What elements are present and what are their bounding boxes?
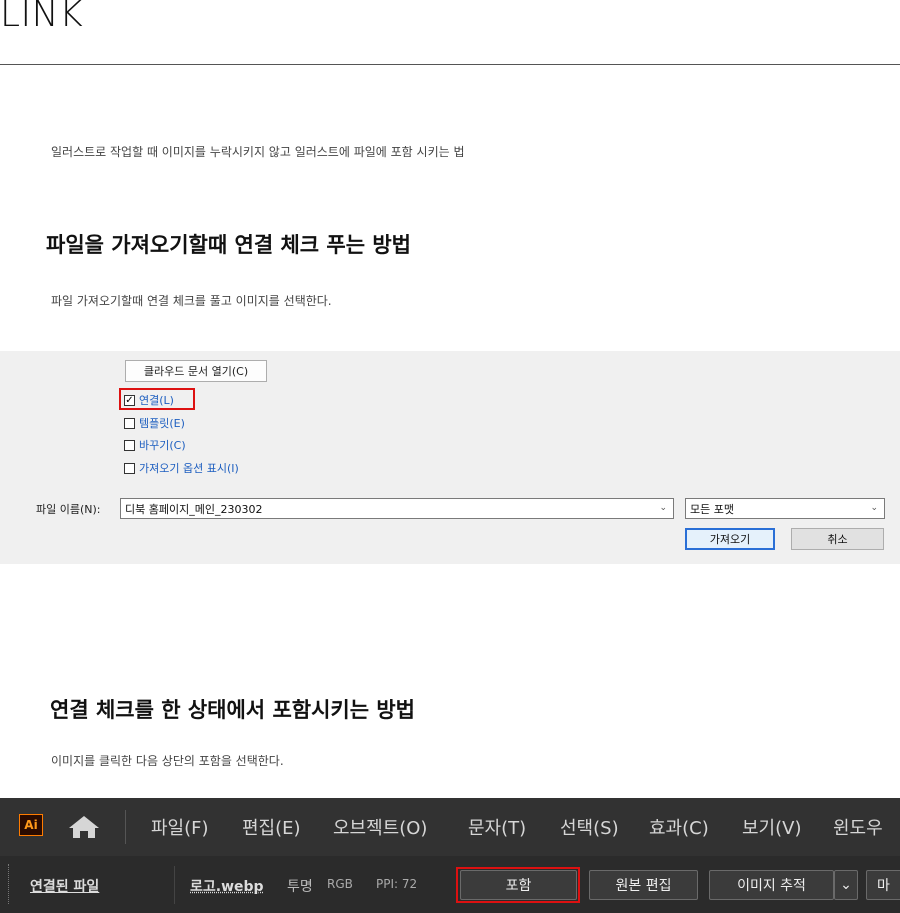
menu-file[interactable]: 파일(F) <box>151 814 209 840</box>
linked-filename[interactable]: 로고.webp <box>190 876 264 896</box>
format-select[interactable]: 모든 포맷 ⌄ <box>685 498 885 519</box>
menu-view[interactable]: 보기(V) <box>742 814 801 840</box>
bar-grip <box>8 864 13 904</box>
import-dialog: 클라우드 문서 열기(C) ✓ 연결(L) 템플릿(E) 바꾸기(C) 가져오기… <box>0 351 900 564</box>
page-title: LINK <box>0 0 84 35</box>
checkbox-icon[interactable] <box>124 417 135 429</box>
intro-text: 일러스트로 작업할 때 이미지를 누락시키지 않고 일러스트에 파일에 포함 시… <box>51 145 465 159</box>
control-divider <box>174 866 175 904</box>
menu-type[interactable]: 문자(T) <box>468 814 526 840</box>
option-replace[interactable]: 바꾸기(C) <box>124 437 186 453</box>
menu-object[interactable]: 오브젝트(O) <box>333 814 427 840</box>
transparency-text: 투명 <box>287 879 313 895</box>
menu-window[interactable]: 윈도우 <box>833 814 883 840</box>
section1-desc: 파일 가져오기할때 연결 체크를 풀고 이미지를 선택한다. <box>51 294 332 308</box>
checkbox-icon[interactable] <box>124 462 135 474</box>
menu-divider <box>125 810 126 844</box>
chevron-down-icon[interactable]: ⌄ <box>659 503 667 513</box>
format-value: 모든 포맷 <box>690 502 734 516</box>
embed-highlight-box <box>456 867 580 903</box>
option-template-label: 템플릿(E) <box>139 417 185 430</box>
option-link[interactable]: ✓ 연결(L) <box>124 392 174 408</box>
trailing-button[interactable]: 마 <box>866 870 900 900</box>
filename-input[interactable]: 디북 홈페이지_메인_230302 ⌄ <box>120 498 674 519</box>
title-divider <box>0 64 900 65</box>
checkbox-icon[interactable] <box>124 439 135 451</box>
image-trace-dropdown[interactable]: ⌄ <box>834 870 858 900</box>
illustrator-control-bar: 연결된 파일 로고.webp 투명 RGB PPI: 72 포함 원본 편집 이… <box>0 856 900 913</box>
option-replace-label: 바꾸기(C) <box>139 439 186 452</box>
illustrator-menubar: Ai 파일(F) 편집(E) 오브젝트(O) 문자(T) 선택(S) 효과(C)… <box>0 798 900 856</box>
linked-file-link[interactable]: 연결된 파일 <box>30 876 99 896</box>
ai-logo: Ai <box>19 814 43 836</box>
edit-original-button[interactable]: 원본 편집 <box>589 870 698 900</box>
cancel-button[interactable]: 취소 <box>791 528 884 550</box>
chevron-down-icon[interactable]: ⌄ <box>870 503 878 513</box>
chevron-down-icon: ⌄ <box>840 877 852 893</box>
section2-desc: 이미지를 클릭한 다음 상단의 포함을 선택한다. <box>51 754 284 768</box>
menu-edit[interactable]: 편집(E) <box>242 814 301 840</box>
home-icon[interactable] <box>66 814 102 840</box>
menu-effect[interactable]: 효과(C) <box>649 814 709 840</box>
option-show-import[interactable]: 가져오기 옵션 표시(I) <box>124 460 239 476</box>
import-button[interactable]: 가져오기 <box>685 528 775 550</box>
checkbox-checked-icon[interactable]: ✓ <box>124 394 135 406</box>
section2-heading: 연결 체크를 한 상태에서 포함시키는 방법 <box>50 698 415 722</box>
color-mode-text: RGB <box>327 877 353 891</box>
option-link-label: 연결(L) <box>139 394 174 407</box>
option-show-import-label: 가져오기 옵션 표시(I) <box>139 462 239 475</box>
filename-label: 파일 이름(N): <box>36 503 101 516</box>
menu-select[interactable]: 선택(S) <box>560 814 619 840</box>
option-template[interactable]: 템플릿(E) <box>124 415 185 431</box>
filename-value: 디북 홈페이지_메인_230302 <box>125 502 263 516</box>
image-trace-button[interactable]: 이미지 추적 <box>709 870 834 900</box>
cloud-docs-button[interactable]: 클라우드 문서 열기(C) <box>125 360 267 382</box>
section1-heading: 파일을 가져오기할때 연결 체크 푸는 방법 <box>46 233 411 257</box>
ppi-text: PPI: 72 <box>376 877 418 891</box>
